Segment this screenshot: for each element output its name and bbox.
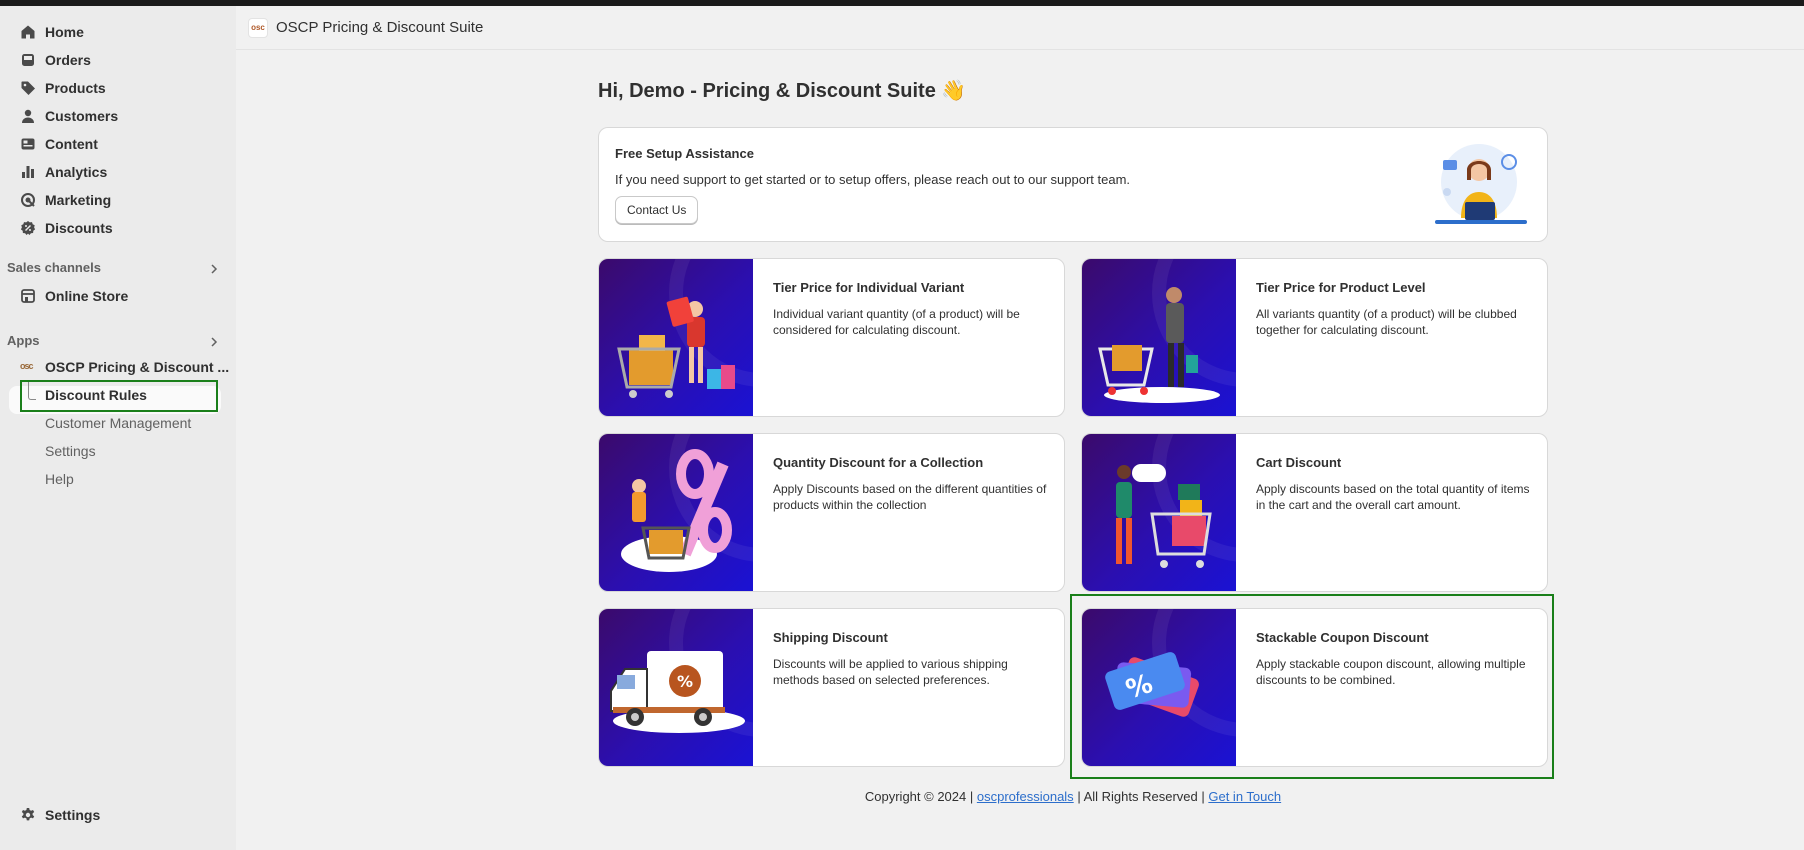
nav-analytics[interactable]: Analytics [20,160,107,184]
card-tier-price-variant[interactable]: Tier Price for Individual Variant Indivi… [598,258,1065,417]
app-header: osc OSCP Pricing & Discount Suite [236,6,1804,50]
target-icon [20,192,36,208]
app-oscp-pricing[interactable]: osc OSCP Pricing & Discount ... [20,359,229,375]
main-content: osc OSCP Pricing & Discount Suite Hi, De… [236,6,1804,850]
card-description: Individual variant quantity (of a produc… [773,307,1020,337]
footer-link-get-in-touch[interactable]: Get in Touch [1208,789,1281,804]
card-thumbnail [1082,259,1236,416]
nav-content-label: Content [45,136,98,152]
setup-description: If you need support to get started or to… [615,172,1131,187]
svg-text:%: % [677,672,693,691]
highlight-box-sidebar [20,380,218,412]
footer: Copyright © 2024 | oscprofessionals | Al… [598,789,1548,804]
card-tier-price-product[interactable]: Tier Price for Product Level All variant… [1081,258,1548,417]
card-cart-discount[interactable]: Cart Discount Apply discounts based on t… [1081,433,1548,592]
nav-products[interactable]: Products [20,76,106,100]
card-description: Apply Discounts based on the different q… [773,482,1047,512]
tag-icon [20,80,36,96]
card-description: All variants quantity (of a product) wil… [1256,307,1517,337]
content-icon [20,136,36,152]
nav-home[interactable]: Home [20,20,84,44]
footer-link-oscprofessionals[interactable]: oscprofessionals [977,789,1074,804]
discount-icon [20,220,36,236]
card-title: Tier Price for Individual Variant [773,280,965,295]
home-icon [20,24,36,40]
nav-orders-label: Orders [45,52,91,68]
sidebar-item-customer-management[interactable]: Customer Management [45,415,191,431]
setup-assistance-card: Free Setup Assistance If you need suppor… [598,127,1548,242]
nav-online-store[interactable]: Online Store [20,284,128,308]
sidebar: Home Orders Products Customers Content A… [0,6,236,850]
person-icon [20,108,36,124]
orders-icon [20,52,36,68]
nav-content[interactable]: Content [20,132,98,156]
shopping-cart-illustration [617,296,735,398]
card-shipping-discount[interactable]: % Shipping Discount Discounts will be ap… [598,608,1065,767]
chevron-right-icon[interactable] [208,263,220,275]
nav-products-label: Products [45,80,106,96]
app-header-title: OSCP Pricing & Discount Suite [276,19,484,36]
card-thumbnail [1082,434,1236,591]
app-name-label: OSCP Pricing & Discount ... [45,359,230,375]
nav-discounts-label: Discounts [45,220,113,236]
oscp-logo-icon: osc [20,361,34,371]
card-description: Discounts will be applied to various shi… [773,657,1008,687]
setup-title: Free Setup Assistance [615,146,754,161]
nav-marketing-label: Marketing [45,192,112,208]
sales-channels-label: Sales channels [7,260,101,275]
percent-cart-illustration [621,449,732,572]
page-title: Hi, Demo - Pricing & Discount Suite 👋 [598,80,967,102]
nav-customers-label: Customers [45,108,119,124]
nav-settings-label: Settings [45,807,101,823]
footer-copyright: Copyright © 2024 | [864,789,974,804]
support-agent-illustration [1435,144,1527,224]
card-title: Tier Price for Product Level [1256,280,1426,295]
highlight-box-stackable-coupon [1070,594,1554,779]
nav-orders[interactable]: Orders [20,48,91,72]
sidebar-item-help[interactable]: Help [45,471,74,487]
sidebar-item-settings[interactable]: Settings [45,443,96,459]
card-thumbnail [599,434,753,591]
card-thumbnail [599,259,753,416]
shopping-man-illustration [1098,287,1220,403]
delivery-truck-illustration: % [610,651,745,733]
card-title: Shipping Discount [773,630,888,645]
contact-us-button[interactable]: Contact Us [615,196,699,224]
nav-marketing[interactable]: Marketing [20,188,111,212]
bar-chart-icon [20,164,36,180]
nav-home-label: Home [45,24,84,40]
sale-cart-illustration [1116,464,1212,568]
card-description: Apply discounts based on the total quant… [1256,482,1530,512]
nav-discounts[interactable]: Discounts [20,216,113,240]
apps-label: Apps [7,333,40,348]
card-title: Cart Discount [1256,455,1342,470]
footer-rights: | All Rights Reserved | [1077,789,1205,804]
card-title: Quantity Discount for a Collection [773,455,984,470]
nav-online-store-label: Online Store [45,288,129,304]
card-quantity-collection[interactable]: Quantity Discount for a Collection Apply… [598,433,1065,592]
chevron-right-icon[interactable] [208,336,220,348]
nav-customers[interactable]: Customers [20,104,118,128]
oscp-logo-icon: osc [248,17,268,38]
store-icon [20,288,36,304]
card-thumbnail: % [599,609,753,766]
nav-analytics-label: Analytics [45,164,108,180]
gear-icon [20,807,36,823]
nav-settings[interactable]: Settings [20,803,100,827]
